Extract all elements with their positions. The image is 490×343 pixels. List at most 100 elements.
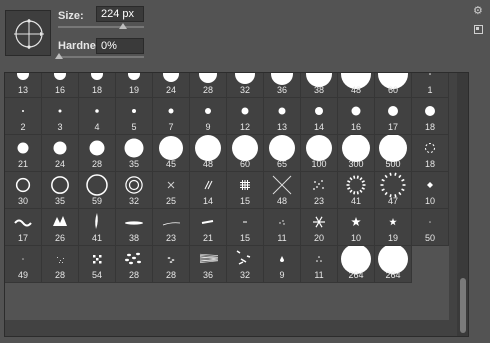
brush-preset[interactable]: 19 bbox=[375, 209, 412, 246]
brush-preset[interactable]: 3 bbox=[42, 98, 79, 135]
brush-preset[interactable]: 28 bbox=[153, 246, 190, 283]
brush-preset[interactable]: 17 bbox=[5, 209, 42, 246]
brush-preset[interactable]: 7 bbox=[153, 98, 190, 135]
brush-preset[interactable]: 15 bbox=[227, 209, 264, 246]
brush-preset[interactable]: 47 bbox=[375, 172, 412, 209]
brush-preset[interactable]: 11 bbox=[264, 209, 301, 246]
brush-preset[interactable]: 13 bbox=[5, 73, 42, 98]
brush-size-label: 36 bbox=[202, 270, 213, 280]
brush-preset[interactable]: 5 bbox=[116, 98, 153, 135]
brush-preset[interactable]: 28 bbox=[116, 246, 153, 283]
brush-size-label: 18 bbox=[91, 85, 102, 95]
brush-preset[interactable]: 100 bbox=[301, 135, 338, 172]
brush-preset[interactable]: 48 bbox=[190, 135, 227, 172]
scrollbar-thumb[interactable] bbox=[460, 278, 466, 333]
size-slider-track[interactable] bbox=[58, 26, 144, 28]
brush-preset[interactable]: 36 bbox=[264, 73, 301, 98]
brush-preset[interactable]: 24 bbox=[153, 73, 190, 98]
brush-preset[interactable]: 60 bbox=[375, 73, 412, 98]
gear-icon[interactable]: ⚙ bbox=[473, 6, 483, 17]
brush-preset[interactable]: 9 bbox=[190, 98, 227, 135]
brush-preset[interactable]: 18 bbox=[412, 98, 449, 135]
brush-preset[interactable]: 50 bbox=[412, 209, 449, 246]
brush-preset[interactable]: 10 bbox=[338, 209, 375, 246]
brush-preset[interactable]: 48 bbox=[264, 172, 301, 209]
brush-preset[interactable]: 38 bbox=[116, 209, 153, 246]
brush-preset[interactable]: 11 bbox=[301, 246, 338, 283]
brush-preset[interactable]: 16 bbox=[338, 98, 375, 135]
brush-preset[interactable]: 24 bbox=[42, 135, 79, 172]
brush-size-label: 50 bbox=[424, 233, 435, 243]
brush-angle-preview[interactable] bbox=[5, 10, 51, 56]
brush-preset[interactable]: 28 bbox=[79, 135, 116, 172]
brush-preset[interactable]: 41 bbox=[79, 209, 116, 246]
brush-preset[interactable]: 19 bbox=[116, 73, 153, 98]
brush-preset[interactable]: 36 bbox=[190, 246, 227, 283]
brush-preset[interactable]: 21 bbox=[190, 209, 227, 246]
brush-preset[interactable]: 20 bbox=[301, 209, 338, 246]
brush-preset[interactable]: 30 bbox=[5, 172, 42, 209]
brush-size-label: 60 bbox=[387, 85, 398, 95]
brush-preset[interactable]: 264 bbox=[338, 246, 375, 283]
brush-preset[interactable]: 32 bbox=[227, 246, 264, 283]
brush-size-label: 14 bbox=[202, 196, 213, 206]
brush-preset[interactable]: 1 bbox=[412, 73, 449, 98]
brush-preset[interactable]: 15 bbox=[227, 172, 264, 209]
brush-preset[interactable]: 18 bbox=[79, 73, 116, 98]
brush-preset[interactable]: 35 bbox=[116, 135, 153, 172]
brush-preset[interactable]: 41 bbox=[338, 172, 375, 209]
brush-size-label: 20 bbox=[313, 233, 324, 243]
brush-preset[interactable]: 9 bbox=[264, 246, 301, 283]
brush-preset[interactable]: 25 bbox=[153, 172, 190, 209]
brush-preset[interactable]: 14 bbox=[190, 172, 227, 209]
brush-preset[interactable]: 4 bbox=[79, 98, 116, 135]
brush-preset[interactable]: 14 bbox=[301, 98, 338, 135]
brush-preset[interactable]: 49 bbox=[5, 246, 42, 283]
brush-preset[interactable]: 18 bbox=[412, 135, 449, 172]
size-slider-thumb[interactable] bbox=[119, 23, 127, 29]
brush-preset[interactable]: 12 bbox=[227, 98, 264, 135]
brush-size-label: 19 bbox=[387, 233, 398, 243]
brush-preset[interactable]: 32 bbox=[116, 172, 153, 209]
brush-size-label: 264 bbox=[385, 270, 401, 280]
hardness-slider-thumb[interactable] bbox=[55, 53, 63, 59]
brush-preset[interactable]: 60 bbox=[227, 135, 264, 172]
brush-preset[interactable]: 38 bbox=[301, 73, 338, 98]
brush-size-label: 13 bbox=[276, 122, 287, 132]
brush-preset[interactable]: 45 bbox=[153, 135, 190, 172]
brush-preset[interactable]: 23 bbox=[301, 172, 338, 209]
brush-size-label: 10 bbox=[350, 233, 361, 243]
brush-size-label: 9 bbox=[205, 122, 211, 132]
brush-preset[interactable]: 65 bbox=[264, 135, 301, 172]
brush-preset[interactable]: 21 bbox=[5, 135, 42, 172]
brush-preset[interactable]: 10 bbox=[412, 172, 449, 209]
brush-size-label: 18 bbox=[424, 122, 435, 132]
brush-preset[interactable]: 48 bbox=[338, 73, 375, 98]
brush-preset[interactable]: 23 bbox=[153, 209, 190, 246]
brush-preset[interactable]: 16 bbox=[42, 73, 79, 98]
brush-preset[interactable]: 26 bbox=[42, 209, 79, 246]
hardness-field[interactable]: 0% bbox=[96, 38, 144, 54]
brush-preset[interactable]: 500 bbox=[375, 135, 412, 172]
brush-preset[interactable]: 13 bbox=[264, 98, 301, 135]
brush-size-label: 500 bbox=[385, 159, 401, 169]
brush-preset[interactable]: 59 bbox=[79, 172, 116, 209]
brush-preset[interactable]: 28 bbox=[42, 246, 79, 283]
brush-preset[interactable]: 17 bbox=[375, 98, 412, 135]
brush-preset[interactable]: 300 bbox=[338, 135, 375, 172]
scrollbar[interactable] bbox=[457, 73, 468, 336]
brush-size-label: 3 bbox=[57, 122, 63, 132]
brush-preset[interactable]: 54 bbox=[79, 246, 116, 283]
size-field[interactable]: 224 px bbox=[96, 6, 144, 22]
brush-preset[interactable]: 28 bbox=[190, 73, 227, 98]
brush-preset[interactable]: 264 bbox=[375, 246, 412, 283]
brush-preset[interactable]: 32 bbox=[227, 73, 264, 98]
new-preset-icon[interactable] bbox=[474, 25, 483, 34]
brush-size-label: 32 bbox=[239, 270, 250, 280]
brush-preset[interactable]: 2 bbox=[5, 98, 42, 135]
brush-preset[interactable]: 35 bbox=[42, 172, 79, 209]
hardness-slider-track[interactable] bbox=[58, 56, 144, 58]
brush-size-label: 28 bbox=[128, 270, 139, 280]
brush-size-label: 38 bbox=[128, 233, 139, 243]
brush-size-label: 7 bbox=[168, 122, 174, 132]
